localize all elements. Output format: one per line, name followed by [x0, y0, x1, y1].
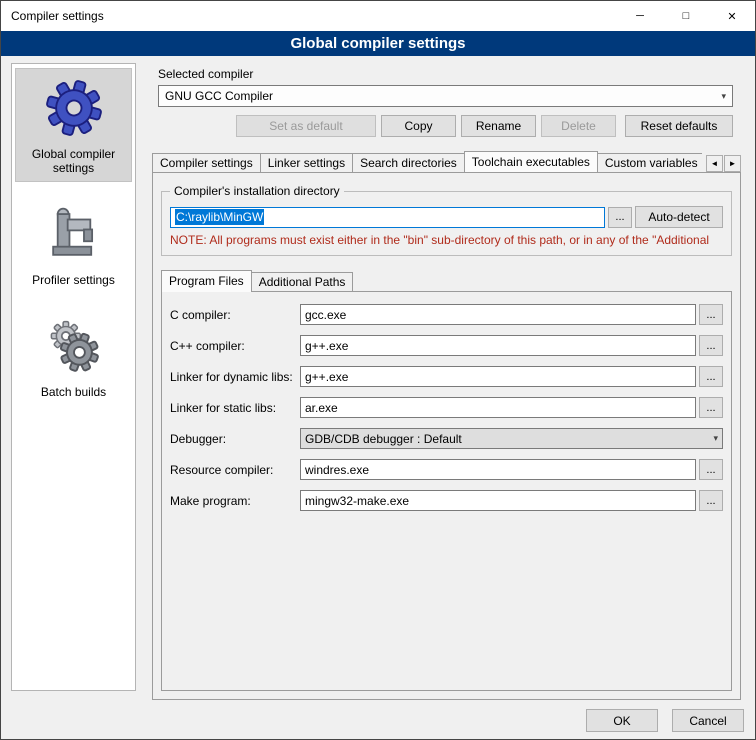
maximize-button[interactable]: □: [663, 1, 709, 31]
sidebar-item-profiler-settings[interactable]: Profiler settings: [15, 194, 132, 294]
browse-directory-button[interactable]: ...: [608, 207, 632, 228]
field-label: C++ compiler:: [170, 339, 300, 353]
tab-linker-settings[interactable]: Linker settings: [260, 153, 353, 172]
arrow-right-icon: ►: [729, 159, 737, 168]
tabs-container: Compiler settings Linker settings Search…: [152, 151, 702, 172]
window-title: Compiler settings: [1, 9, 104, 23]
chevron-down-icon: ▾: [713, 433, 718, 444]
tab-scroll-right-button[interactable]: ►: [724, 155, 741, 172]
cancel-button[interactable]: Cancel: [672, 709, 744, 732]
minimize-icon: ─: [636, 10, 644, 22]
compiler-actions: Set as default Copy Rename Delete Reset …: [158, 115, 733, 137]
installation-directory-input[interactable]: C:\raylib\MinGW: [170, 207, 605, 228]
cpp-compiler-input[interactable]: g++.exe: [300, 335, 696, 356]
reset-defaults-button[interactable]: Reset defaults: [625, 115, 733, 137]
make-program-input[interactable]: mingw32-make.exe: [300, 490, 696, 511]
caption-buttons: ─ □ ✕: [617, 1, 755, 31]
ok-button[interactable]: OK: [586, 709, 658, 732]
field-label: Debugger:: [170, 432, 300, 446]
sidebar-item-global-compiler-settings[interactable]: Global compiler settings: [15, 68, 132, 182]
auto-detect-button[interactable]: Auto-detect: [635, 206, 723, 228]
debugger-dropdown[interactable]: GDB/CDB debugger : Default ▾: [300, 428, 723, 449]
resource-compiler-input[interactable]: windres.exe: [300, 459, 696, 480]
browse-c-compiler-button[interactable]: ...: [699, 304, 723, 325]
installation-directory-value: C:\raylib\MinGW: [175, 209, 264, 225]
c-compiler-input[interactable]: gcc.exe: [300, 304, 696, 325]
tab-scroll-left-button[interactable]: ◄: [706, 155, 723, 172]
form-row-resource-compiler: Resource compiler: windres.exe ...: [170, 459, 723, 480]
field-value: GDB/CDB debugger : Default: [305, 432, 462, 446]
browse-resource-compiler-button[interactable]: ...: [699, 459, 723, 480]
gray-gears-icon: [43, 315, 105, 377]
field-label: Resource compiler:: [170, 463, 300, 477]
delete-button: Delete: [541, 115, 616, 137]
program-files-panel: C compiler: gcc.exe ... C++ compiler: g+…: [161, 291, 732, 691]
toolchain-executables-panel: Compiler's installation directory C:\ray…: [152, 172, 741, 700]
form-row-cpp-compiler: C++ compiler: g++.exe ...: [170, 335, 723, 356]
page-title: Global compiler settings: [1, 31, 755, 56]
sidebar-item-label: Batch builds: [41, 385, 106, 399]
field-value: g++.exe: [305, 339, 348, 353]
rename-button[interactable]: Rename: [461, 115, 536, 137]
sub-tab-bar: Program Files Additional Paths: [161, 270, 732, 291]
form-row-static-linker: Linker for static libs: ar.exe ...: [170, 397, 723, 418]
main-panel: Selected compiler GNU GCC Compiler ▾ Set…: [146, 63, 745, 700]
groupbox-label: Compiler's installation directory: [170, 184, 344, 198]
selected-compiler-dropdown[interactable]: GNU GCC Compiler ▾: [158, 85, 733, 107]
copy-button[interactable]: Copy: [381, 115, 456, 137]
settings-category-sidebar: Global compiler settings Profiler settin…: [11, 63, 136, 691]
browse-static-linker-button[interactable]: ...: [699, 397, 723, 418]
field-value: gcc.exe: [305, 308, 346, 322]
field-value: windres.exe: [305, 463, 369, 477]
field-label: Linker for dynamic libs:: [170, 370, 300, 384]
sidebar-item-batch-builds[interactable]: Batch builds: [15, 306, 132, 406]
field-label: Linker for static libs:: [170, 401, 300, 415]
bin-subdirectory-note: NOTE: All programs must exist either in …: [170, 233, 723, 247]
dynamic-linker-input[interactable]: g++.exe: [300, 366, 696, 387]
field-label: C compiler:: [170, 308, 300, 322]
field-value: mingw32-make.exe: [305, 494, 409, 508]
static-linker-input[interactable]: ar.exe: [300, 397, 696, 418]
browse-make-program-button[interactable]: ...: [699, 490, 723, 511]
browse-dynamic-linker-button[interactable]: ...: [699, 366, 723, 387]
tab-compiler-settings[interactable]: Compiler settings: [152, 153, 261, 172]
tab-bar: Compiler settings Linker settings Search…: [152, 150, 741, 172]
profiler-tools-icon: [43, 203, 105, 265]
tab-search-directories[interactable]: Search directories: [352, 153, 465, 172]
compiler-settings-window: Compiler settings ─ □ ✕ Global compiler …: [0, 0, 756, 740]
field-label: Make program:: [170, 494, 300, 508]
form-row-c-compiler: C compiler: gcc.exe ...: [170, 304, 723, 325]
dialog-footer: OK Cancel: [1, 700, 755, 740]
minimize-button[interactable]: ─: [617, 1, 663, 31]
form-row-debugger: Debugger: GDB/CDB debugger : Default ▾: [170, 428, 723, 449]
maximize-icon: □: [683, 10, 690, 22]
selected-compiler-label: Selected compiler: [158, 67, 733, 81]
form-row-dynamic-linker: Linker for dynamic libs: g++.exe ...: [170, 366, 723, 387]
sidebar-item-label: Global compiler settings: [18, 147, 129, 175]
close-icon: ✕: [727, 10, 736, 23]
subtab-program-files[interactable]: Program Files: [161, 270, 252, 292]
tab-scroll-buttons: ◄ ►: [706, 155, 741, 172]
browse-cpp-compiler-button[interactable]: ...: [699, 335, 723, 356]
chevron-down-icon: ▾: [721, 91, 726, 102]
set-as-default-button: Set as default: [236, 115, 376, 137]
field-value: ar.exe: [305, 401, 338, 415]
installation-directory-groupbox: Compiler's installation directory C:\ray…: [161, 191, 732, 256]
arrow-left-icon: ◄: [711, 159, 719, 168]
tab-toolchain-executables[interactable]: Toolchain executables: [464, 151, 598, 172]
sidebar-item-label: Profiler settings: [32, 273, 115, 287]
field-value: g++.exe: [305, 370, 348, 384]
blue-gear-icon: [43, 77, 105, 139]
subtab-additional-paths[interactable]: Additional Paths: [251, 272, 354, 291]
close-button[interactable]: ✕: [709, 1, 755, 31]
dialog-body: Global compiler settings Profiler settin…: [1, 56, 755, 700]
selected-compiler-value: GNU GCC Compiler: [165, 89, 273, 103]
tab-custom-variables[interactable]: Custom variables: [597, 153, 702, 172]
form-row-make-program: Make program: mingw32-make.exe ...: [170, 490, 723, 511]
title-bar: Compiler settings ─ □ ✕: [1, 1, 755, 31]
